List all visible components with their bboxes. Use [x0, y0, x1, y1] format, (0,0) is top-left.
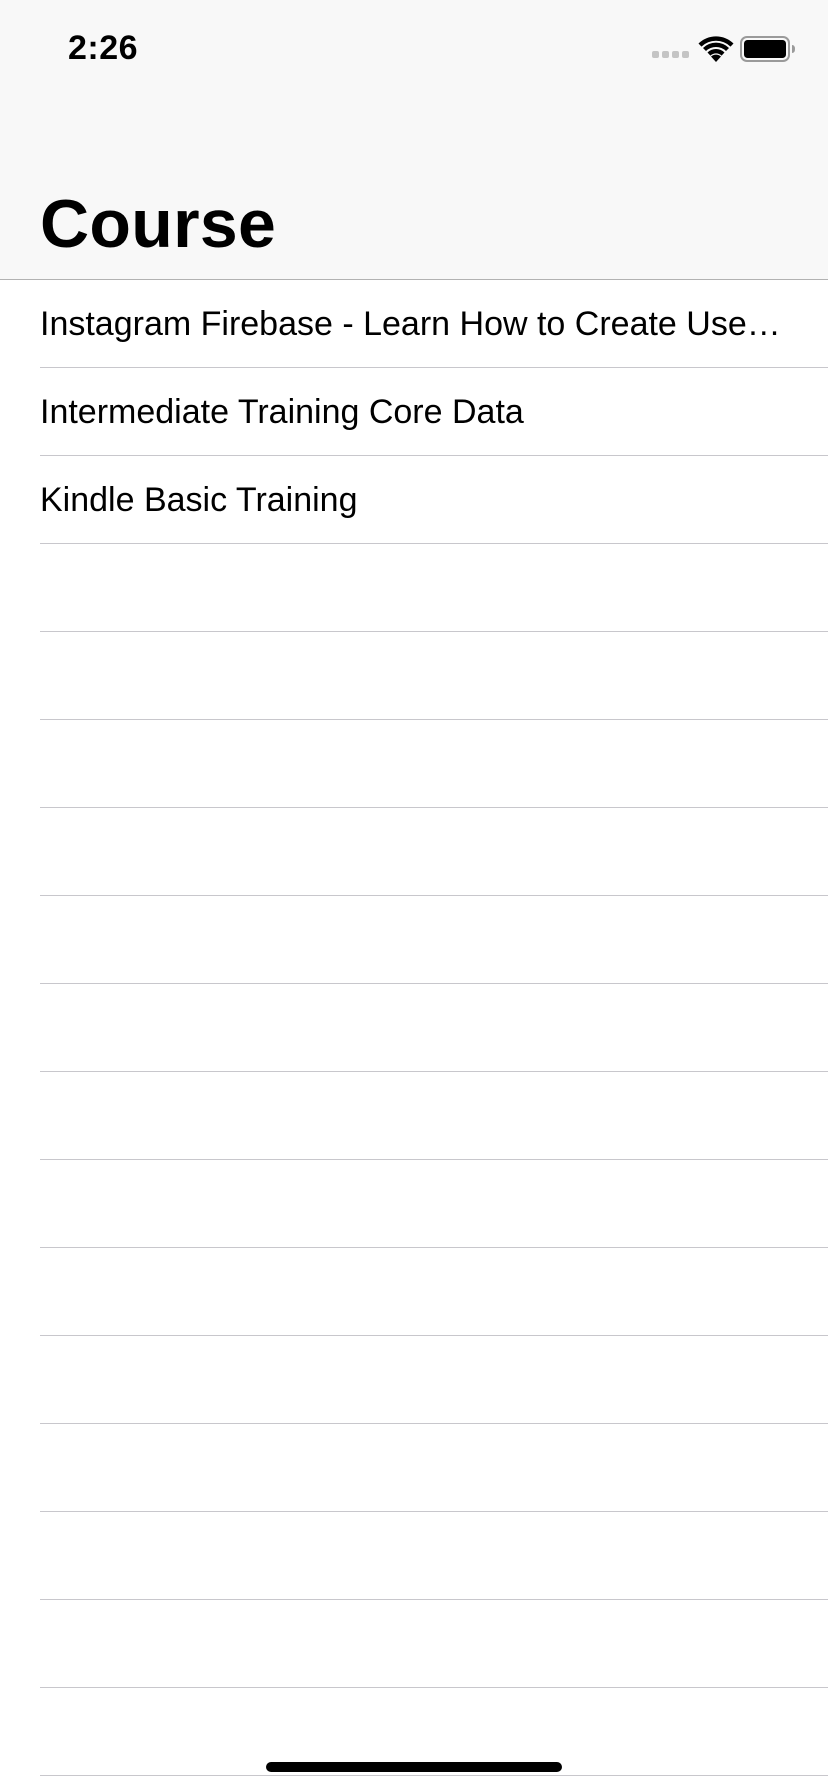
- list-item[interactable]: Kindle Basic Training: [40, 456, 828, 544]
- status-time: 2:26: [68, 29, 139, 67]
- course-title: Intermediate Training Core Data: [40, 393, 524, 431]
- course-title: Instagram Firebase - Learn How to Create…: [40, 305, 784, 343]
- page-title: Course: [40, 186, 277, 262]
- empty-row: [40, 808, 828, 896]
- empty-row: [40, 1160, 828, 1248]
- navigation-bar: 2:26 Course: [0, 0, 828, 280]
- empty-row: [40, 1248, 828, 1336]
- empty-row: [40, 1512, 828, 1600]
- empty-row: [40, 1600, 828, 1688]
- empty-row: [40, 1336, 828, 1424]
- empty-row: [40, 1424, 828, 1512]
- empty-row: [40, 632, 828, 720]
- course-title: Kindle Basic Training: [40, 481, 358, 519]
- empty-row: [40, 1072, 828, 1160]
- course-list[interactable]: Instagram Firebase - Learn How to Create…: [0, 280, 828, 1776]
- empty-row: [40, 720, 828, 808]
- battery-icon: [740, 36, 795, 62]
- empty-row: [40, 984, 828, 1072]
- list-item[interactable]: Instagram Firebase - Learn How to Create…: [40, 280, 828, 368]
- home-indicator[interactable]: [266, 1762, 562, 1772]
- list-item[interactable]: Intermediate Training Core Data: [40, 368, 828, 456]
- signal-dots-icon: [652, 51, 689, 58]
- empty-row: [40, 896, 828, 984]
- status-bar: 2:26: [0, 0, 828, 100]
- wifi-icon: [698, 36, 734, 62]
- empty-row: [40, 544, 828, 632]
